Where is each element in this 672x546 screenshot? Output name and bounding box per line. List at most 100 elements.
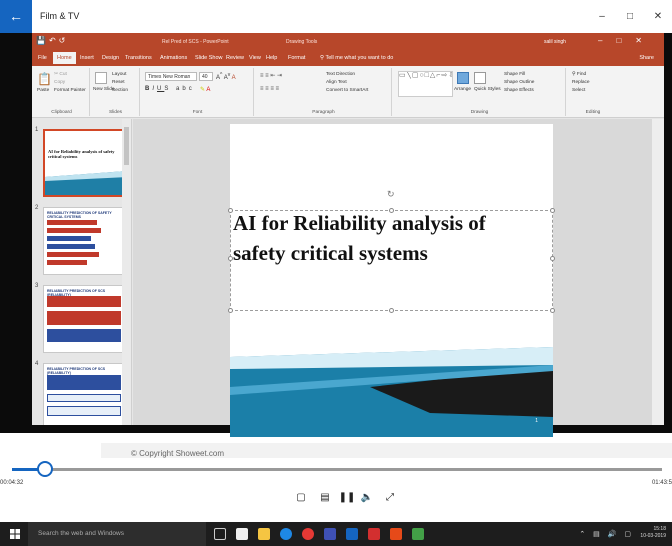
new-slide-icon[interactable] [95,72,107,84]
app-icon[interactable] [412,528,424,540]
slides-group-label: Slides [108,110,123,115]
thumb-bar [47,406,121,416]
tab-transitions[interactable]: Transitions [125,55,152,61]
fullscreen-icon[interactable]: ⤢ [381,491,399,505]
list-buttons[interactable]: ≡ ≡ ⇤ ⇥ [260,72,282,79]
tab-view[interactable]: View [249,55,261,61]
editing-group-label: Editing [585,110,601,115]
text-direction-button[interactable]: Text Direction [326,72,355,77]
font-color-buttons[interactable]: ✎ A [200,86,210,93]
font-size-adjust-icons[interactable]: A^ Av A [216,72,236,81]
tab-format[interactable]: Format [288,55,305,61]
quick-styles-button[interactable]: Quick Styles [474,87,501,92]
tab-help[interactable]: Help [266,55,277,61]
convert-smartart-button[interactable]: Convert to SmartArt [326,88,368,93]
alignment-buttons[interactable]: ≡ ≡ ≡ ≡ [260,86,279,92]
file-explorer-icon[interactable] [258,528,270,540]
clock-time: 15:18 [653,526,666,532]
arrange-icon[interactable] [457,72,469,84]
slide-thumbnail[interactable]: RELIABILITY PREDICTION OF SCS (RELIABILI… [43,285,125,353]
back-button[interactable]: ← [0,0,32,33]
store-icon[interactable] [236,528,248,540]
tab-slide-show[interactable]: Slide Show [195,55,223,61]
volume-icon[interactable]: 🔈 [358,491,376,505]
find-button[interactable]: ⚲ Find [572,72,586,77]
share-button[interactable]: Share [639,55,654,61]
thumb-title: RELIABILITY PREDICTION OF SAFETY CRITICA… [47,211,112,219]
slide-wave-graphic [230,347,553,437]
cast-icon[interactable]: ▢ [292,491,310,505]
system-tray-icons[interactable]: ⌃ ▤ 🔊 ▢ [579,530,634,538]
slide-editing-area: AI for Reliability analysis of safety cr… [133,119,664,437]
tab-design[interactable]: Design [102,55,119,61]
windows-start-icon[interactable] [10,529,20,539]
tab-home[interactable]: Home [53,52,76,64]
thumb-number: 1 [35,127,39,133]
thumbnail-scrollbar[interactable] [122,119,131,425]
cut-button[interactable]: ✂ Cut [54,72,67,77]
font-family-select[interactable]: Times New Roman [145,72,197,81]
font-group-label: Font [192,110,203,115]
thumb-title: RELIABILITY PREDICTION OF SCS (RELIABILI… [47,367,106,375]
windows-taskbar: Search the web and Windows ⌃ ▤ 🔊 ▢ 15:18… [0,522,672,546]
maximize-button[interactable]: □ [616,0,644,33]
close-button[interactable]: ✕ [644,0,672,33]
thumb-number: 2 [35,205,39,211]
drawing-tools-label: Drawing Tools [286,39,318,45]
ppt-user-name: salil singh [544,39,566,45]
shape-fill-button[interactable]: Shape Fill [504,72,525,77]
tell-me-search[interactable]: ⚲ Tell me what you want to do [320,55,393,61]
arrange-button[interactable]: Arrange [454,87,471,92]
shape-effects-button[interactable]: Shape Effects [504,88,534,93]
format-painter-button[interactable]: Format Painter [54,88,86,93]
task-view-icon[interactable] [214,528,226,540]
shape-outline-button[interactable]: Shape Outline [504,80,534,85]
slide-thumbnail[interactable]: RELIABILITY PREDICTION OF SAFETY CRITICA… [43,207,125,275]
scrollbar-thumb[interactable] [124,127,129,165]
reset-button[interactable]: Reset [112,80,125,85]
minimize-button[interactable]: – [588,0,616,33]
slide-thumbnail[interactable]: AI for Reliability analysis of safety cr… [43,129,125,197]
font-size-select[interactable]: 40 [199,72,213,81]
edge-icon[interactable] [280,528,292,540]
select-button[interactable]: Select [572,88,585,93]
tab-review[interactable]: Review [226,55,244,61]
copy-button[interactable]: Copy [54,80,65,85]
powerpoint-icon[interactable] [390,528,402,540]
quick-styles-icon[interactable] [474,72,486,84]
text-format-buttons[interactable]: BIUS abc [145,86,195,92]
acrobat-icon[interactable] [368,528,380,540]
slide-scrollbar[interactable] [652,119,664,425]
thumb-bar [47,236,91,241]
section-button[interactable]: Section [112,88,128,93]
slide-title[interactable]: AI for Reliability analysis of safety cr… [233,208,551,268]
ppt-ribbon: 📋 Paste ✂ Cut Copy Format Painter Clipbo… [32,66,664,118]
clock[interactable]: 15:18 10-03-2019 [640,526,666,540]
tab-animations[interactable]: Animations [160,55,187,61]
slide-title-line-1: AI for Reliability analysis of [233,211,486,235]
slide-thumbnail[interactable]: RELIABILITY PREDICTION OF SCS (RELIABILI… [43,363,125,425]
taskbar-search-input[interactable]: Search the web and Windows [28,522,206,546]
font-group: Times New Roman 40 A^ Av A BIUS abc ✎ A … [142,68,254,116]
paragraph-group: ≡ ≡ ⇤ ⇥ ≡ ≡ ≡ ≡ Text Direction Align Tex… [256,68,392,116]
pause-icon[interactable]: ❚❚ [338,491,356,505]
seek-bar[interactable] [12,468,662,471]
shapes-gallery[interactable]: ▭╲▢○□△⌐⇨⇩☆{} [398,71,453,97]
replace-button[interactable]: Replace [572,80,590,85]
paste-icon[interactable]: 📋 [37,72,52,86]
seek-bar-thumb[interactable] [36,461,53,477]
paste-button[interactable]: Paste [37,88,49,93]
subtitles-icon[interactable]: ▤ [316,491,334,505]
tab-file[interactable]: File [38,55,47,61]
thumb-bar [47,228,101,233]
ppt-window-controls: –□✕ [598,36,656,45]
layout-button[interactable]: Layout [112,72,126,77]
thumb-bar [47,260,87,265]
app-icon[interactable] [324,528,336,540]
align-text-button[interactable]: Align Text [326,80,347,85]
tab-insert[interactable]: Insert [80,55,94,61]
chrome-icon[interactable] [302,528,314,540]
current-slide[interactable]: AI for Reliability analysis of safety cr… [230,124,553,437]
film-tv-icon[interactable] [346,528,358,540]
slides-group: New Slide Layout Reset Section Slides [92,68,140,116]
